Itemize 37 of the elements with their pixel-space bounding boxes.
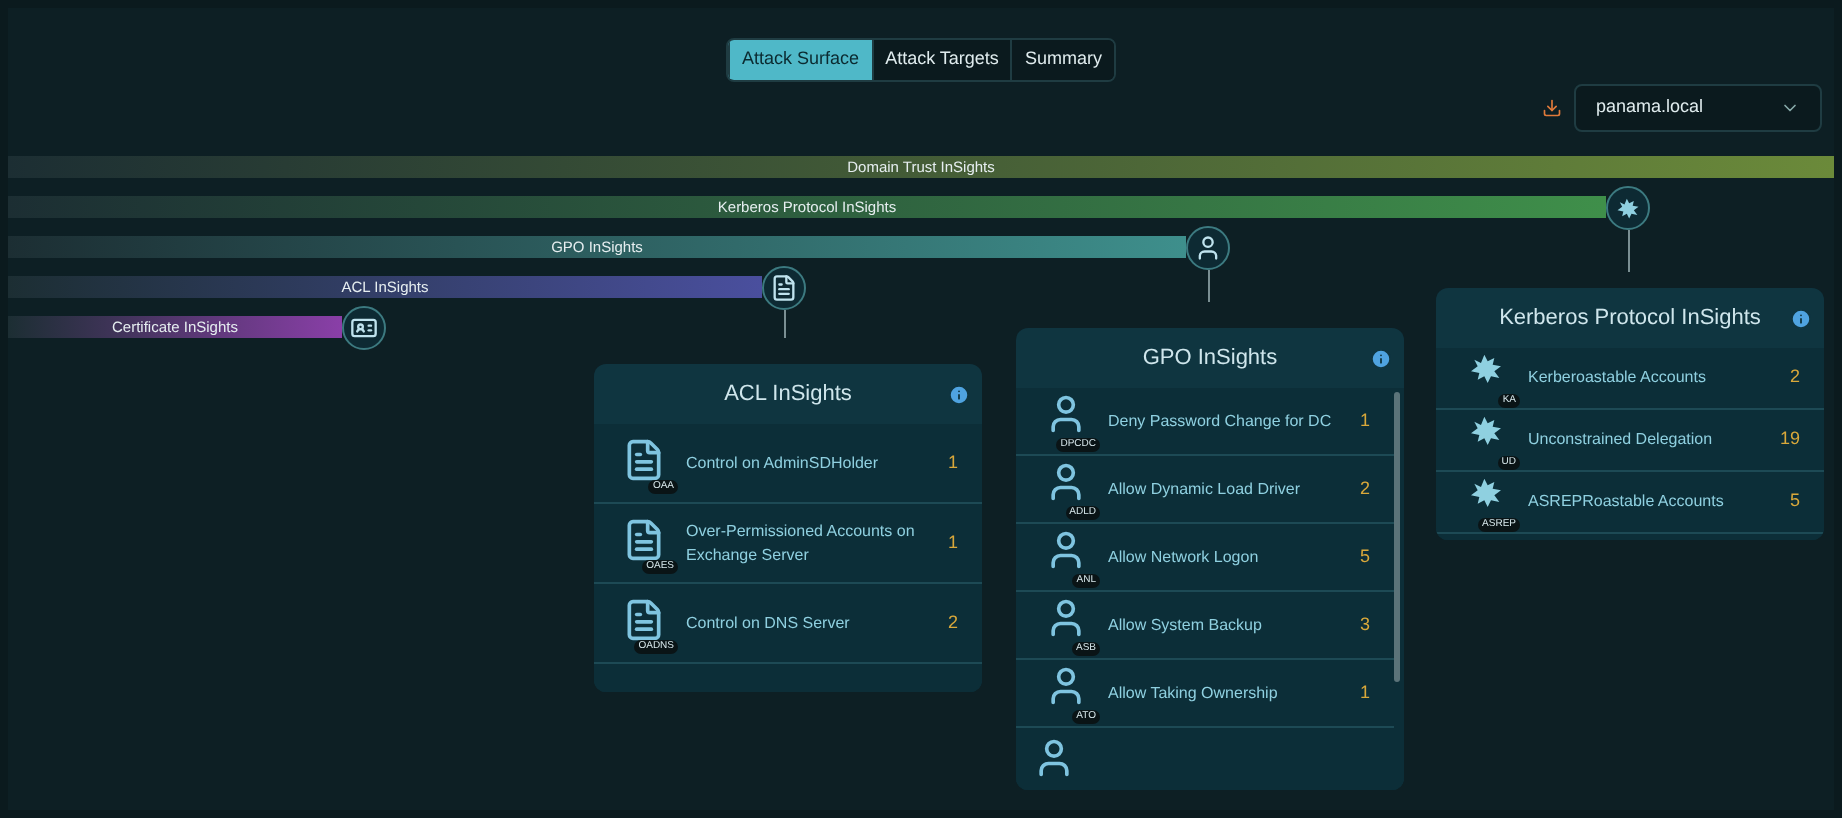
insight-count: 1 [945, 529, 960, 556]
insight-count: 1 [1357, 679, 1372, 706]
info-icon[interactable] [948, 383, 970, 405]
user-icon [1194, 233, 1222, 261]
insight-label: Unconstrained Delegation [1528, 428, 1715, 452]
insight-label: ASREPRoastable Accounts [1528, 490, 1726, 514]
insight-label: Control on DNS Server [686, 611, 852, 635]
view-tab[interactable]: Summary [1010, 40, 1114, 80]
card-title: GPO InSights [1142, 343, 1278, 374]
download-icon[interactable] [1542, 98, 1562, 118]
insight-count: 2 [945, 609, 960, 636]
insight-label: Deny Password Change for DC [1108, 409, 1334, 433]
insight-label: Allow Dynamic Load Driver [1108, 477, 1303, 501]
insight-count: 3 [1357, 611, 1372, 638]
insight-count: 19 [1777, 426, 1802, 453]
view-tab[interactable]: Attack Targets [871, 40, 1011, 80]
insight-label: Kerberoastable Accounts [1528, 366, 1708, 390]
insight-label: Over-Permissioned Accounts on Exchange Server [686, 519, 917, 567]
insight-label: Allow Taking Ownership [1108, 681, 1280, 705]
card-title: ACL InSights [724, 379, 852, 410]
info-icon[interactable] [1370, 347, 1392, 369]
insight-label: Allow Network Logon [1108, 545, 1261, 569]
view-tab[interactable]: Attack Surface [728, 40, 872, 80]
scrollbar[interactable] [1394, 392, 1400, 682]
certificate-icon [350, 313, 378, 341]
info-icon[interactable] [1790, 307, 1812, 329]
insight-count: 2 [1787, 364, 1802, 391]
insight-count: 2 [1357, 475, 1372, 502]
insight-count: 5 [1357, 543, 1372, 570]
document-icon [770, 273, 798, 301]
insight-label: Control on AdminSDHolder [686, 451, 881, 475]
insight-label: Allow System Backup [1108, 613, 1264, 637]
domain-dropdown[interactable]: panama.local [1574, 84, 1822, 132]
card-title: Kerberos Protocol InSights [1499, 303, 1761, 334]
insight-count: 5 [1787, 488, 1802, 515]
insight-count: 1 [1357, 407, 1372, 434]
insight-count: 1 [945, 449, 960, 476]
